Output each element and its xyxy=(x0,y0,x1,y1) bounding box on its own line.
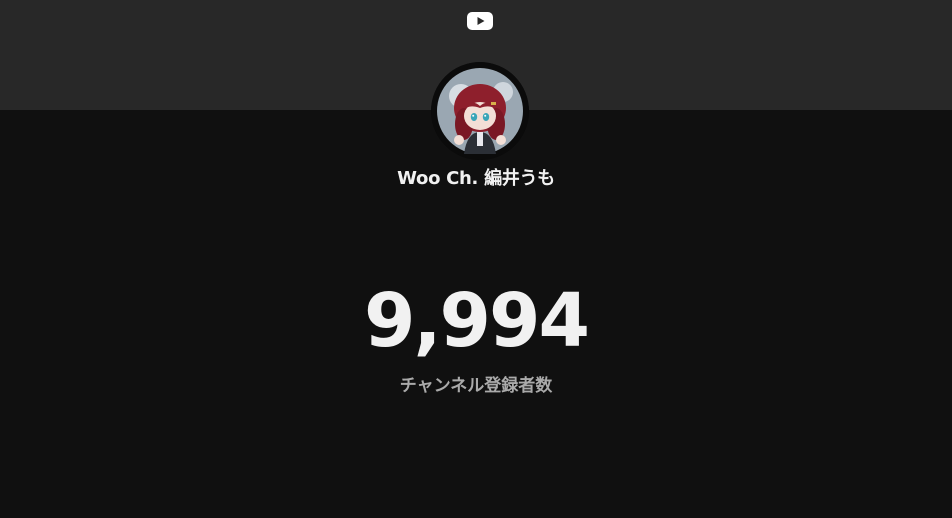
channel-avatar[interactable] xyxy=(431,62,529,160)
channel-name[interactable]: Woo Ch. 編井うも xyxy=(0,164,952,190)
subscriber-label: チャンネル登録者数 xyxy=(399,376,553,396)
subscriber-count: 9,994 xyxy=(363,278,590,364)
youtube-play-icon[interactable] xyxy=(467,12,493,30)
page: Woo Ch. 編井うも 9,994 チャンネル登録者数 xyxy=(0,0,952,518)
